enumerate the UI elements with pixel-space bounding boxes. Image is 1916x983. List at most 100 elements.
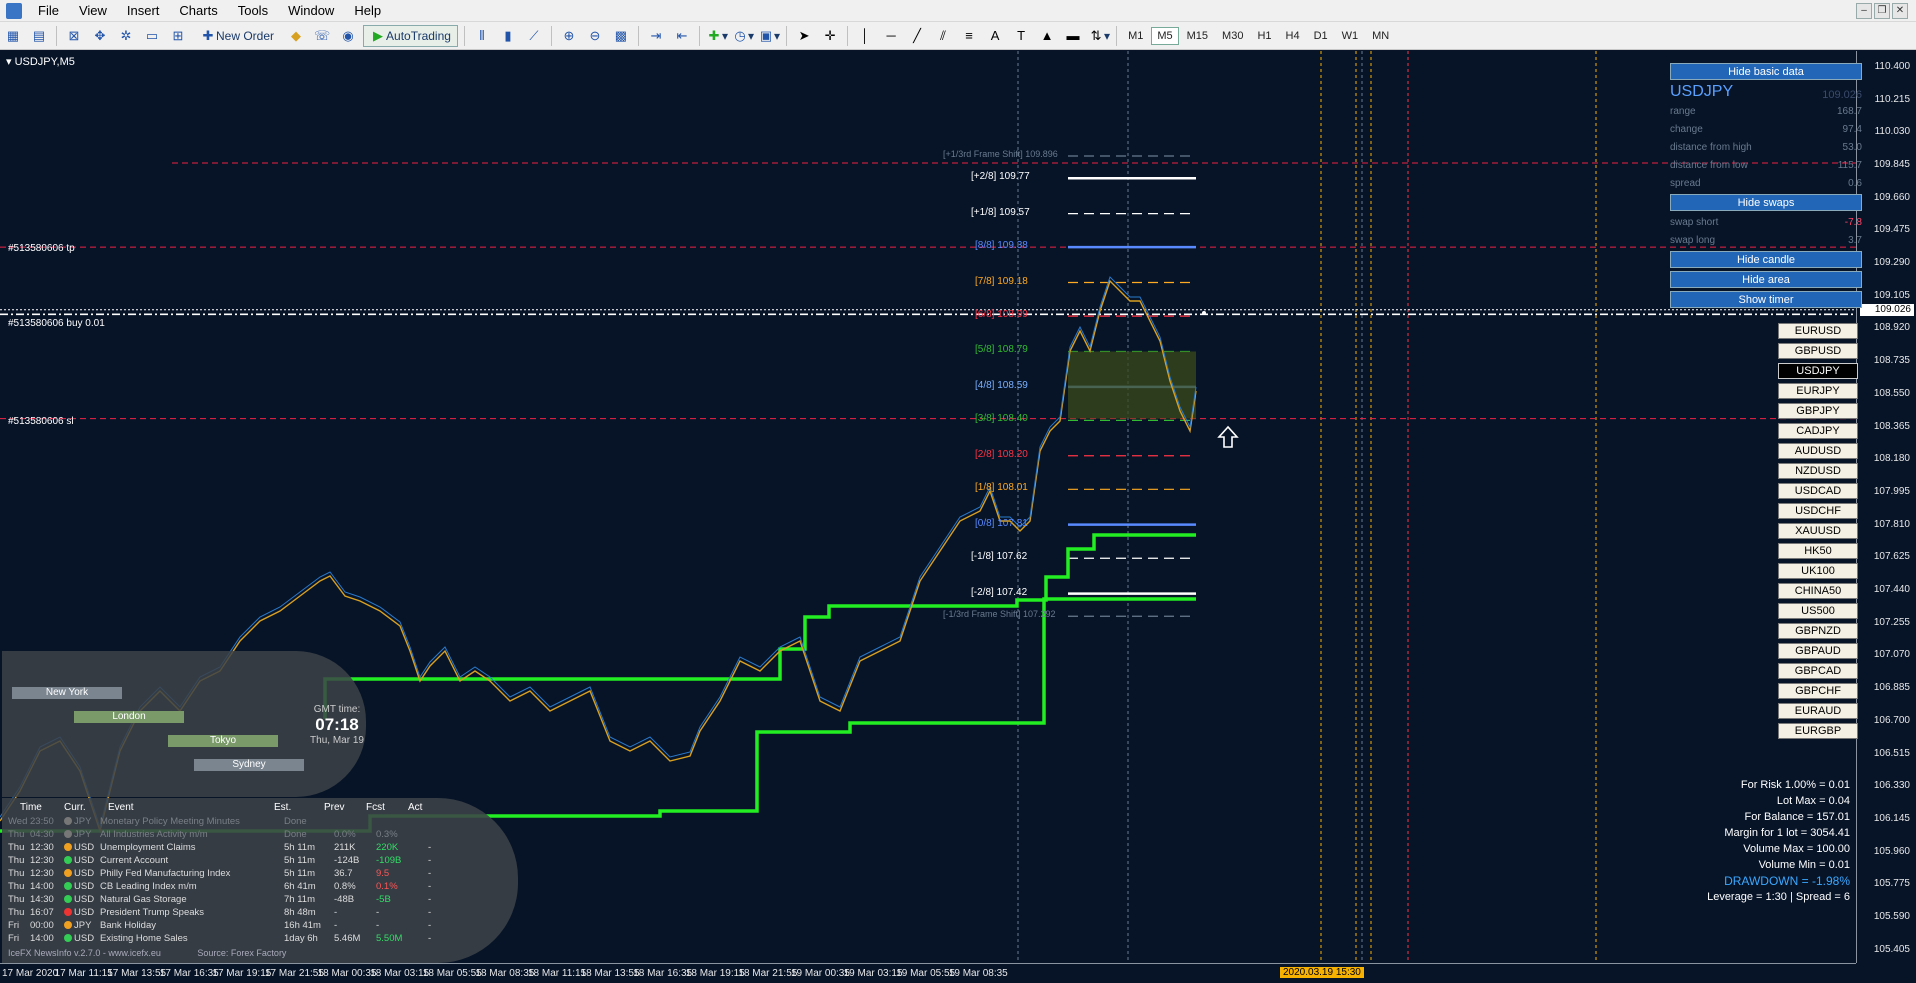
signals-button[interactable]: ☏: [311, 25, 333, 47]
murrey-math-label: [4/8] 108.59: [975, 379, 1028, 391]
news-actual: -: [428, 842, 432, 853]
timeframe-h1-button[interactable]: H1: [1251, 27, 1277, 45]
minimize-button[interactable]: –: [1856, 3, 1872, 19]
menu-charts[interactable]: Charts: [169, 0, 227, 22]
data-window-button[interactable]: ✥: [89, 25, 111, 47]
templates-button[interactable]: ▣ ▾: [758, 25, 780, 47]
symbol-button-us500[interactable]: US500: [1778, 603, 1858, 619]
symbol-button-gbpjpy[interactable]: GBPJPY: [1778, 403, 1858, 419]
hide-swaps-button[interactable]: Hide swaps: [1670, 194, 1862, 211]
menu-help[interactable]: Help: [344, 0, 391, 22]
timeframe-m1-button[interactable]: M1: [1122, 27, 1149, 45]
symbol-button-usdjpy[interactable]: USDJPY: [1778, 363, 1858, 379]
time-axis[interactable]: 17 Mar 2020 17 Mar 11:15 17 Mar 13:55 17 Ma…: [0, 963, 1856, 983]
arrows-button[interactable]: ⇅ ▾: [1088, 25, 1110, 47]
symbol-button-cadjpy[interactable]: CADJPY: [1778, 423, 1858, 439]
autoscroll-button[interactable]: ⇥: [645, 25, 667, 47]
murrey-math-label: [+1/3rd Frame Shift] 109.896: [943, 148, 1058, 159]
symbol-button-usdcad[interactable]: USDCAD: [1778, 483, 1858, 499]
close-button[interactable]: ✕: [1892, 3, 1908, 19]
new-order-button[interactable]: ✚ New Order: [193, 25, 281, 47]
show-timer-button[interactable]: Show timer: [1670, 291, 1862, 308]
indicators-button[interactable]: ✚ ▾: [706, 25, 728, 47]
news-impact-cell: [64, 880, 74, 893]
news-actual: -: [428, 881, 432, 892]
news-col-act: Act: [408, 802, 423, 813]
news-currency: USD: [74, 842, 95, 853]
navigator-button[interactable]: ✲: [115, 25, 137, 47]
menu-window[interactable]: Window: [278, 0, 344, 22]
menu-file[interactable]: File: [28, 0, 69, 22]
menu-view[interactable]: View: [69, 0, 117, 22]
tile-windows-button[interactable]: ▩: [610, 25, 632, 47]
basic-data-row: range 168.7: [1670, 103, 1862, 121]
news-col-event: Event: [108, 802, 134, 813]
market-button[interactable]: ◉: [337, 25, 359, 47]
news-day: Wed: [8, 816, 28, 827]
vertical-line-button[interactable]: │: [854, 25, 876, 47]
price-tick-label: 109.105: [1873, 289, 1910, 301]
cursor-button[interactable]: ➤: [793, 25, 815, 47]
symbol-button-nzdusd[interactable]: NZDUSD: [1778, 463, 1858, 479]
autotrading-button[interactable]: ▶ AutoTrading: [363, 24, 458, 47]
timeframe-h4-button[interactable]: H4: [1280, 27, 1306, 45]
symbol-button-euraud[interactable]: EURAUD: [1778, 703, 1858, 719]
new-chart-button[interactable]: ▦: [2, 25, 24, 47]
periods-button[interactable]: ◷ ▾: [732, 25, 754, 47]
trendline-button[interactable]: ╱: [906, 25, 928, 47]
market-watch-button[interactable]: ⊠: [63, 25, 85, 47]
symbol-button-audusd[interactable]: AUDUSD: [1778, 443, 1858, 459]
zoom-in-button[interactable]: ⊕: [558, 25, 580, 47]
chart-area[interactable]: ▾ USDJPY,M5 [+1/3rd Frame Shift] 109.896…: [0, 51, 1916, 983]
symbol-button-gbpusd[interactable]: GBPUSD: [1778, 343, 1858, 359]
price-axis[interactable]: 110.400 110.215 110.030 109.845 109.660 109.4…: [1856, 51, 1916, 963]
timeframe-mn-button[interactable]: MN: [1366, 27, 1395, 45]
symbol-button-gbpaud[interactable]: GBPAUD: [1778, 643, 1858, 659]
symbol-button-gbpnzd[interactable]: GBPNZD: [1778, 623, 1858, 639]
chart-symbol: USDJPY,M5: [14, 56, 75, 68]
terminal-button[interactable]: ▭: [141, 25, 163, 47]
timeframe-m30-button[interactable]: M30: [1216, 27, 1249, 45]
market-sessions-clock: New York London Tokyo Sydney GMT time: 0…: [2, 651, 366, 797]
tester-button[interactable]: ⊞: [167, 25, 189, 47]
text-button[interactable]: A: [984, 25, 1006, 47]
symbol-button-eurjpy[interactable]: EURJPY: [1778, 383, 1858, 399]
time-tick-label: 17 Mar 11:15: [54, 968, 113, 979]
impact-dot-icon: [64, 843, 72, 851]
line-chart-button[interactable]: ⟋: [523, 25, 545, 47]
zoom-out-button[interactable]: ⊖: [584, 25, 606, 47]
timeframe-m5-button[interactable]: M5: [1151, 26, 1179, 45]
symbol-button-eurusd[interactable]: EURUSD: [1778, 323, 1858, 339]
symbol-button-xauusd[interactable]: XAUUSD: [1778, 523, 1858, 539]
horizontal-line-button[interactable]: ─: [880, 25, 902, 47]
symbol-button-gbpcad[interactable]: GBPCAD: [1778, 663, 1858, 679]
timeframe-w1-button[interactable]: W1: [1336, 27, 1365, 45]
triangle-button[interactable]: ▲: [1036, 25, 1058, 47]
symbol-button-gbpchf[interactable]: GBPCHF: [1778, 683, 1858, 699]
symbol-button-eurgbp[interactable]: EURGBP: [1778, 723, 1858, 739]
hide-candle-button[interactable]: Hide candle: [1670, 251, 1862, 268]
restore-button[interactable]: ❐: [1874, 3, 1890, 19]
rectangle-button[interactable]: ▬: [1062, 25, 1084, 47]
hide-basic-data-button[interactable]: Hide basic data: [1670, 63, 1862, 80]
symbol-button-uk100[interactable]: UK100: [1778, 563, 1858, 579]
risk-line: Volume Max = 100.00: [1743, 843, 1850, 855]
menu-insert[interactable]: Insert: [117, 0, 170, 22]
fibonacci-button[interactable]: ≡: [958, 25, 980, 47]
timeframe-m15-button[interactable]: M15: [1181, 27, 1214, 45]
chart-shift-button[interactable]: ⇤: [671, 25, 693, 47]
symbol-button-usdchf[interactable]: USDCHF: [1778, 503, 1858, 519]
crosshair-button[interactable]: ✛: [819, 25, 841, 47]
timeframe-d1-button[interactable]: D1: [1308, 27, 1334, 45]
profiles-button[interactable]: ▤: [28, 25, 50, 47]
menu-tools[interactable]: Tools: [228, 0, 278, 22]
equidistant-channel-button[interactable]: ⫽: [932, 25, 954, 47]
symbol-button-hk50[interactable]: HK50: [1778, 543, 1858, 559]
candle-chart-button[interactable]: ▮: [497, 25, 519, 47]
text-label-button[interactable]: T: [1010, 25, 1032, 47]
basic-data-key: distance from high: [1670, 142, 1752, 153]
metaeditor-button[interactable]: ◆: [285, 25, 307, 47]
symbol-button-china50[interactable]: CHINA50: [1778, 583, 1858, 599]
bar-chart-button[interactable]: ⫴: [471, 25, 493, 47]
hide-area-button[interactable]: Hide area: [1670, 271, 1862, 288]
